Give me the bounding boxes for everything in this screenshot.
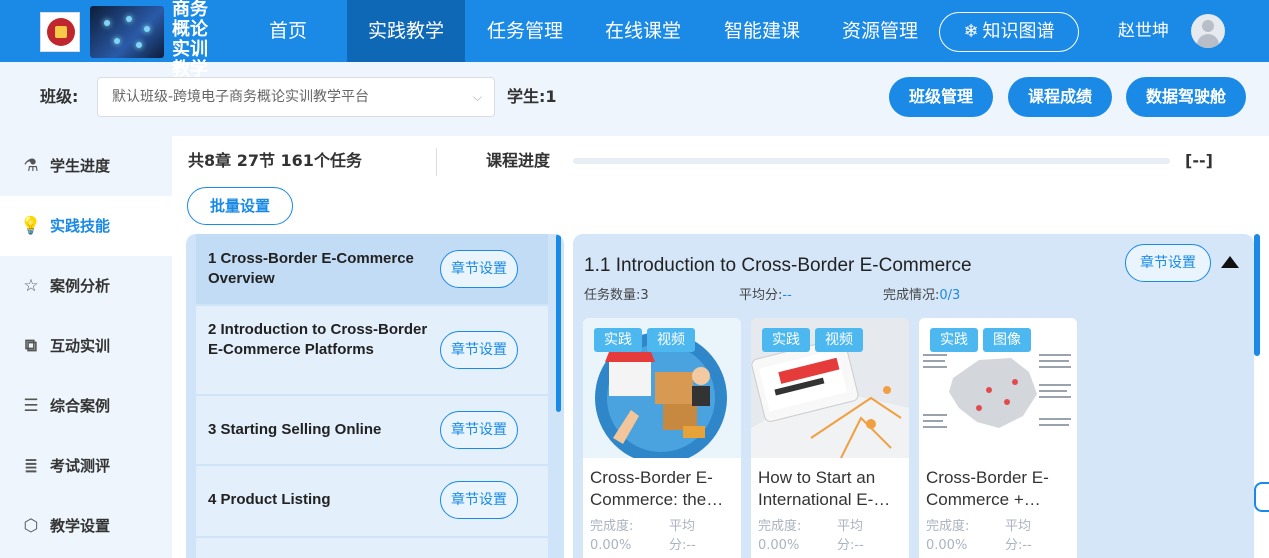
video-tag: 视频 xyxy=(815,328,863,352)
completion-rate: 完成度: 0.00% xyxy=(590,519,634,553)
chapter-settings-button[interactable]: 章节设置 xyxy=(440,250,518,288)
sidebar: ⚗ 学生进度 💡 实践技能 ☆ 案例分析 ⧉ 互动实训 ☰ 综合案例 ≣ 考试测评 ⬡ 教学设… xyxy=(0,136,172,558)
chapter-settings-button[interactable]: 章节设置 xyxy=(440,411,518,449)
snowflake-icon: ❄ xyxy=(963,21,979,42)
progress-icon: ⚗ xyxy=(23,156,39,176)
class-select[interactable]: 默认班级-跨境电子商务概论实训教学平台 ⌵ xyxy=(97,77,495,117)
school-logo xyxy=(40,12,80,52)
chapter-settings-button[interactable]: 章节设置 xyxy=(440,481,518,519)
image-tag: 图像 xyxy=(983,328,1031,352)
course-progress-label: 课程进度 xyxy=(486,151,551,170)
nav-online-classroom[interactable]: 在线课堂 xyxy=(591,0,695,62)
section-scrollbar[interactable] xyxy=(1254,234,1260,356)
class-label: 班级: xyxy=(40,87,79,106)
lightbulb-icon: 💡 xyxy=(20,216,42,236)
nav-smart-course-build[interactable]: 智能建课 xyxy=(710,0,814,62)
sidebar-item-interactive-training[interactable]: ⧉ 互动实训 xyxy=(0,316,172,376)
avatar[interactable] xyxy=(1191,14,1225,48)
section-panel: 1.1 Introduction to Cross-Border E-Comme… xyxy=(573,234,1254,558)
course-summary: 共8章 27节 161个任务 xyxy=(188,151,362,170)
completion-status: 完成情况:0/3 xyxy=(883,288,961,303)
assistant-robot-icon[interactable] xyxy=(1254,482,1269,512)
chapter-title: 2 Introduction to Cross-Border E-Commerc… xyxy=(208,321,428,358)
chapter-item[interactable]: 4 Product Listing 章节设置 xyxy=(196,466,548,536)
platform-logo-image xyxy=(90,6,164,58)
copy-icon: ⧉ xyxy=(24,336,38,356)
chapter-title: 1 Cross-Border E-Commerce Overview xyxy=(208,250,414,287)
sidebar-item-comprehensive-case[interactable]: ☰ 综合案例 xyxy=(0,376,172,436)
nav-resource-management[interactable]: 资源管理 xyxy=(828,0,932,62)
sidebar-item-practice-skills[interactable]: 💡 实践技能 xyxy=(0,196,172,256)
task-card[interactable]: 实践 图像 Cross-Border E- Commerce +… 完成度: 0… xyxy=(919,318,1077,558)
sidebar-item-student-progress[interactable]: ⚗ 学生进度 xyxy=(0,136,172,196)
section-settings-button[interactable]: 章节设置 xyxy=(1125,244,1211,282)
checklist-icon: ≣ xyxy=(23,456,39,476)
course-grades-button[interactable]: 课程成绩 xyxy=(1008,77,1112,117)
chapter-item[interactable] xyxy=(196,538,548,558)
star-document-icon: ☆ xyxy=(23,276,39,296)
top-navbar: 商务 概论 实训 教学 首页 实践教学 任务管理 在线课堂 智能建课 资源管理 … xyxy=(0,0,1269,80)
chapter-title: 4 Product Listing xyxy=(208,491,331,508)
sidebar-item-teaching-settings[interactable]: ⬡ 教学设置 xyxy=(0,496,172,556)
task-title: Cross-Border E- Commerce +… xyxy=(926,468,1049,509)
chapter-settings-button[interactable]: 章节设置 xyxy=(440,331,518,369)
chapter-item[interactable]: 3 Starting Selling Online 章节设置 xyxy=(196,396,548,464)
chapter-title: 3 Starting Selling Online xyxy=(208,421,382,438)
chapter-item[interactable]: 1 Cross-Border E-Commerce Overview 章节设置 xyxy=(196,234,548,304)
task-card[interactable]: 实践 视频 Cross-Border E- Commerce: the… 完成度… xyxy=(583,318,741,558)
knowledge-graph-button[interactable]: ❄ 知识图谱 xyxy=(939,12,1079,52)
completion-rate: 完成度: 0.00% xyxy=(758,519,802,553)
main-panel: 共8章 27节 161个任务 课程进度 [--] 批量设置 1 Cross-Bo… xyxy=(172,136,1269,558)
batch-settings-button[interactable]: 批量设置 xyxy=(187,187,293,225)
task-count: 任务数量:3 xyxy=(584,288,649,303)
section-title: 1.1 Introduction to Cross-Border E-Comme… xyxy=(584,255,972,276)
video-tag: 视频 xyxy=(647,328,695,352)
card-average-score: 平均 分:-- xyxy=(837,519,864,553)
average-score: 平均分:-- xyxy=(739,288,792,303)
sidebar-item-exam-evaluation[interactable]: ≣ 考试测评 xyxy=(0,436,172,496)
class-management-button[interactable]: 班级管理 xyxy=(889,77,993,117)
completion-rate: 完成度: 0.00% xyxy=(926,519,970,553)
chapter-item[interactable]: 2 Introduction to Cross-Border E-Commerc… xyxy=(196,306,548,394)
practice-tag: 实践 xyxy=(762,328,810,352)
nav-task-management[interactable]: 任务管理 xyxy=(473,0,577,62)
divider xyxy=(436,148,437,176)
platform-brand-title: 商务 概论 实训 教学 xyxy=(172,0,208,80)
card-average-score: 平均 分:-- xyxy=(669,519,696,553)
task-card[interactable]: 实践 视频 How to Start an International E-… … xyxy=(751,318,909,558)
sidebar-item-case-analysis[interactable]: ☆ 案例分析 xyxy=(0,256,172,316)
task-title: How to Start an International E-… xyxy=(758,468,891,509)
course-progress-value: [--] xyxy=(1185,151,1213,170)
student-count: 学生:1 xyxy=(507,87,557,106)
task-title: Cross-Border E- Commerce: the… xyxy=(590,468,724,509)
nav-home[interactable]: 首页 xyxy=(248,0,328,62)
chapter-list-scrollbar[interactable] xyxy=(556,234,561,412)
practice-tag: 实践 xyxy=(594,328,642,352)
collapse-arrow-icon[interactable] xyxy=(1221,256,1239,268)
chapter-list: 1 Cross-Border E-Commerce Overview 章节设置 … xyxy=(186,234,564,558)
data-cockpit-button[interactable]: 数据驾驶舱 xyxy=(1126,77,1246,117)
username[interactable]: 赵世坤 xyxy=(1118,0,1169,62)
course-progress-bar xyxy=(573,158,1170,164)
practice-tag: 实践 xyxy=(930,328,978,352)
card-average-score: 平均 分:-- xyxy=(1005,519,1032,553)
chevron-down-icon: ⌵ xyxy=(472,90,482,104)
settings-hexagon-icon: ⬡ xyxy=(23,516,39,536)
nav-practice-teaching[interactable]: 实践教学 xyxy=(347,0,465,62)
list-document-icon: ☰ xyxy=(23,396,39,416)
